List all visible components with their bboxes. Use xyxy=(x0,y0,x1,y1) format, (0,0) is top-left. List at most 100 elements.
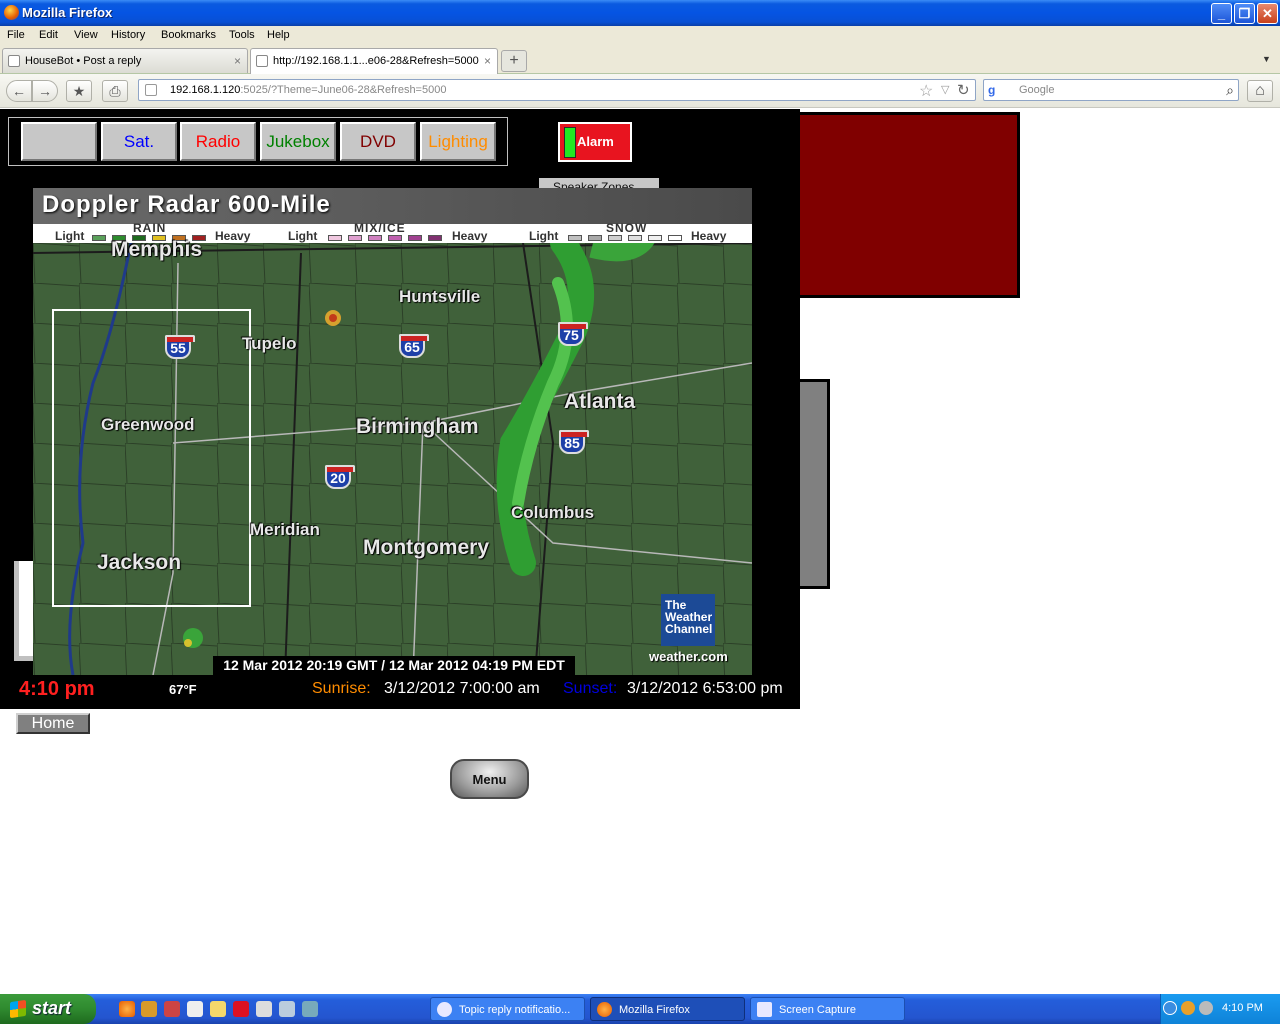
tool-quicklaunch-icon[interactable] xyxy=(164,1001,180,1017)
google-icon[interactable]: g xyxy=(988,83,995,97)
search-icon[interactable]: ⌕ xyxy=(1226,82,1234,99)
reload-icon[interactable]: ↻ xyxy=(957,81,970,99)
menu-tools[interactable]: Tools xyxy=(229,29,255,41)
snow-swatch xyxy=(608,235,622,241)
alarm-button[interactable]: Alarm xyxy=(558,122,632,162)
tab-close-icon[interactable]: × xyxy=(234,54,241,68)
task-screen-capture[interactable]: Screen Capture xyxy=(750,997,905,1021)
tab-close-icon[interactable]: × xyxy=(483,54,491,68)
city-columbus: Columbus xyxy=(511,503,595,522)
interstate-75-shield: 75 xyxy=(558,322,588,346)
city-atlanta: Atlanta xyxy=(564,390,636,413)
snow-swatch xyxy=(668,235,682,241)
tab-list-icon[interactable]: ▼ xyxy=(1262,54,1271,64)
sunrise-value: 3/12/2012 7:00:00 am xyxy=(384,680,540,697)
city-jackson: Jackson xyxy=(97,551,182,574)
network-quicklaunch-icon[interactable] xyxy=(256,1001,272,1017)
home-button[interactable]: ⌂ xyxy=(1247,80,1273,102)
interstate-20-shield: 20 xyxy=(325,465,355,489)
globe-quicklaunch-icon[interactable] xyxy=(279,1001,295,1017)
city-birmingham: Birmingham xyxy=(356,415,479,438)
jukebox-button[interactable]: Jukebox xyxy=(260,122,336,161)
legend-rain-light: Light xyxy=(55,229,85,243)
current-time: 4:10 pm xyxy=(19,678,95,700)
menu-edit[interactable]: Edit xyxy=(39,29,58,41)
close-button[interactable]: ✕ xyxy=(1257,3,1278,24)
tab-housebot[interactable]: HouseBot • Post a reply × xyxy=(2,48,248,73)
mix-swatch xyxy=(388,235,402,241)
current-temperature: 67°F xyxy=(169,682,197,697)
menu-file[interactable]: File xyxy=(7,29,25,41)
task-mozilla-firefox[interactable]: Mozilla Firefox xyxy=(590,997,745,1021)
snow-swatch xyxy=(628,235,642,241)
mix-swatch xyxy=(428,235,442,241)
sunrise-label: Sunrise: xyxy=(312,680,371,697)
dvd-button[interactable]: DVD xyxy=(340,122,416,161)
new-tab-button[interactable]: + xyxy=(501,50,527,72)
firefox-quicklaunch-icon[interactable] xyxy=(119,1001,135,1017)
media-quicklaunch-icon[interactable] xyxy=(187,1001,203,1017)
url-bar[interactable]: 192.168.1.120:5025/?Theme=June06-28&Refr… xyxy=(138,79,976,101)
tab-radar[interactable]: http://192.168.1.1...e06-28&Refresh=5000… xyxy=(250,48,498,74)
forward-button[interactable]: → xyxy=(32,80,58,102)
sunset-label: Sunset: xyxy=(563,680,618,697)
start-button[interactable]: start xyxy=(0,994,96,1024)
search-bar[interactable]: g Google ⌕ xyxy=(983,79,1239,101)
radio-button[interactable]: Radio xyxy=(180,122,256,161)
bookmark-page-button[interactable]: ★ xyxy=(66,80,92,102)
tray-expand-icon[interactable] xyxy=(1163,1001,1177,1015)
menu-button[interactable]: Menu xyxy=(450,759,529,799)
page-favicon-icon xyxy=(8,55,20,67)
city-greenwood: Greenwood xyxy=(101,415,195,434)
url-dropdown-icon[interactable]: ▽ xyxy=(941,83,949,96)
firefox-icon xyxy=(597,1002,612,1017)
menu-bar: File Edit View History Bookmarks Tools H… xyxy=(0,26,1280,46)
legend-mix-heavy: Heavy xyxy=(452,229,488,243)
city-tupelo: Tupelo xyxy=(242,334,297,353)
snow-swatch xyxy=(568,235,582,241)
site-identity-icon[interactable] xyxy=(145,84,157,96)
red-status-panel xyxy=(800,112,1020,298)
screen-capture-icon xyxy=(757,1002,772,1017)
legend-mix: MIX/ICE xyxy=(354,221,406,235)
back-button[interactable]: ← xyxy=(6,80,32,102)
menu-history[interactable]: History xyxy=(111,29,145,41)
gray-side-panel xyxy=(800,379,830,589)
tab-label: http://192.168.1.1...e06-28&Refresh=5000 xyxy=(273,55,479,67)
minimize-button[interactable]: _ xyxy=(1211,3,1232,24)
task-topic-reply[interactable]: Topic reply notificatio... xyxy=(430,997,585,1021)
legend-mix-light: Light xyxy=(288,229,318,243)
weather-com-label: weather.com xyxy=(649,649,728,664)
menu-help[interactable]: Help xyxy=(267,29,290,41)
tab-label: HouseBot • Post a reply xyxy=(25,55,142,67)
tray-app-icon[interactable] xyxy=(1181,1001,1195,1015)
menu-bookmarks[interactable]: Bookmarks xyxy=(161,29,216,41)
legend-rain: RAIN xyxy=(133,221,167,235)
qt-quicklaunch-icon[interactable] xyxy=(233,1001,249,1017)
mix-swatch xyxy=(408,235,422,241)
lighting-button[interactable]: Lighting xyxy=(420,122,496,161)
restore-button[interactable]: ❐ xyxy=(1234,3,1255,24)
rain-swatch xyxy=(92,235,106,241)
taskbar-clock: 4:10 PM xyxy=(1222,1002,1263,1014)
doppler-radar-map: Doppler Radar 600-Mile Light RAIN Heavy … xyxy=(33,188,752,675)
print-button[interactable]: ⎙ xyxy=(102,80,128,102)
sat-button[interactable]: Sat. xyxy=(101,122,177,161)
home-page-button[interactable]: Home xyxy=(16,713,90,734)
alarm-status-indicator xyxy=(564,127,576,158)
windows-logo-icon xyxy=(10,999,26,1019)
page-favicon-icon xyxy=(256,55,268,67)
search-input[interactable]: Google xyxy=(1019,84,1054,96)
ie-quicklaunch-icon[interactable] xyxy=(302,1001,318,1017)
winamp-quicklaunch-icon[interactable] xyxy=(141,1001,157,1017)
blank-button[interactable] xyxy=(21,122,97,161)
app-icon xyxy=(437,1002,452,1017)
chat-quicklaunch-icon[interactable] xyxy=(210,1001,226,1017)
interstate-65-shield: 65 xyxy=(399,334,429,358)
interstate-85-shield: 85 xyxy=(559,430,589,454)
tray-network-icon[interactable] xyxy=(1199,1001,1213,1015)
snow-swatch xyxy=(588,235,602,241)
star-icon[interactable]: ☆ xyxy=(919,81,933,101)
menu-view[interactable]: View xyxy=(74,29,98,41)
legend-snow-heavy: Heavy xyxy=(691,229,727,243)
